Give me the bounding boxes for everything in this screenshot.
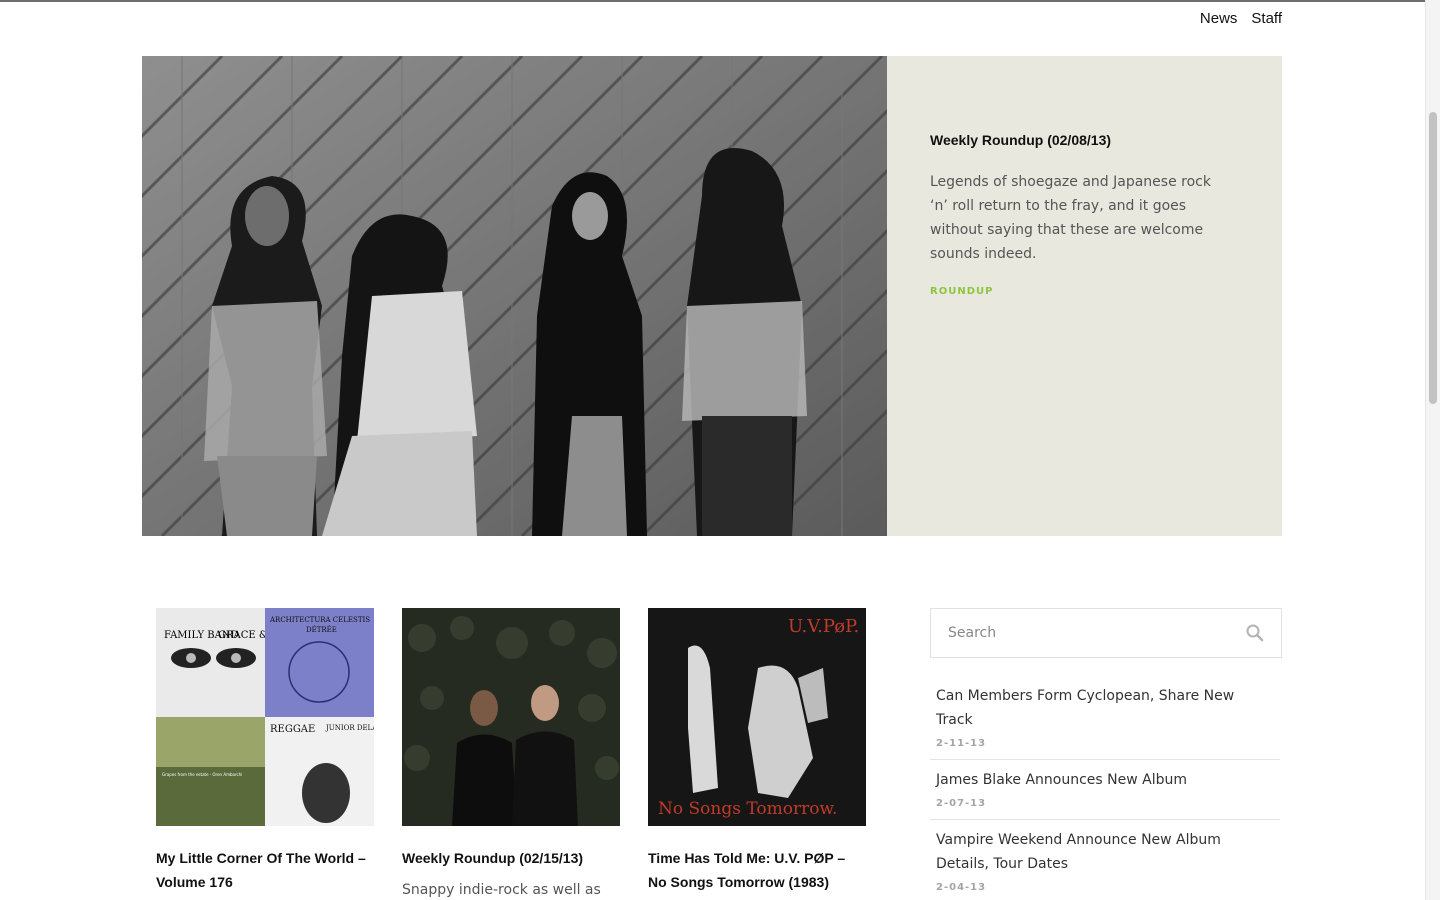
post-card-title[interactable]: Weekly Roundup (02/15/13): [402, 846, 620, 870]
news-list-item: James Blake Announces New Album 2-07-13: [930, 760, 1280, 820]
album-4b-text: JUNIOR DELAHAYE: [325, 724, 374, 732]
sidebar: Can Members Form Cyclopean, Share New Tr…: [930, 608, 1282, 900]
album-cover-image: U.V.PøP. No Songs Tomorrow.: [648, 608, 866, 826]
featured-category-tag[interactable]: ROUNDUP: [930, 286, 1239, 297]
search-input[interactable]: [931, 609, 1231, 657]
post-card: Weekly Roundup (02/15/13) Snappy indie-r…: [402, 608, 620, 900]
news-item-title[interactable]: Vampire Weekend Announce New Album Detai…: [936, 828, 1274, 876]
news-item-date: 2-04-13: [936, 882, 987, 893]
nav-staff-link[interactable]: Staff: [1251, 10, 1282, 27]
news-list-item: Vampire Weekend Announce New Album Detai…: [930, 820, 1280, 900]
featured-title[interactable]: Weekly Roundup (02/08/13): [930, 132, 1239, 148]
duo-photo-image: [402, 608, 620, 826]
post-card-image[interactable]: FAMILY BAND GRACE & LIES ARCHITECTURA CE…: [156, 608, 374, 826]
album-collage-image: FAMILY BAND GRACE & LIES ARCHITECTURA CE…: [156, 608, 374, 826]
post-card-title[interactable]: Time Has Told Me: U.V. PØP – No Songs To…: [648, 846, 866, 894]
featured-band-photo: [142, 56, 887, 536]
album-4-text: REGGAE: [270, 724, 315, 735]
featured-post: Weekly Roundup (02/08/13) Legends of sho…: [142, 56, 1282, 536]
album-3-text: Grapes from the estate · Oren Ambarchi: [162, 772, 242, 777]
search-icon[interactable]: [1245, 623, 1265, 643]
post-card-title[interactable]: My Little Corner Of The World – Volume 1…: [156, 846, 374, 894]
news-item-date: 2-11-13: [936, 738, 987, 749]
page-scrollbar[interactable]: [1425, 0, 1440, 900]
featured-photo[interactable]: [142, 56, 887, 536]
featured-excerpt: Legends of shoegaze and Japanese rock ‘n…: [930, 174, 1211, 262]
news-item-title[interactable]: Can Members Form Cyclopean, Share New Tr…: [936, 684, 1274, 732]
post-card: U.V.PøP. No Songs Tomorrow. Time Has Tol…: [648, 608, 866, 900]
cover-subtitle-text: No Songs Tomorrow.: [658, 799, 837, 819]
post-card-excerpt: Snappy indie-rock as well as: [402, 882, 601, 898]
album-2-text: ARCHITECTURA CELESTIS: [269, 616, 370, 624]
main-nav: News Staff: [1200, 10, 1282, 27]
news-list-item: Can Members Form Cyclopean, Share New Tr…: [930, 684, 1280, 760]
window-top-border: [0, 0, 1440, 2]
recent-posts: FAMILY BAND GRACE & LIES ARCHITECTURA CE…: [156, 608, 866, 900]
news-list: Can Members Form Cyclopean, Share New Tr…: [930, 684, 1282, 900]
post-card: FAMILY BAND GRACE & LIES ARCHITECTURA CE…: [156, 608, 374, 900]
cover-title-text: U.V.PøP.: [788, 616, 859, 637]
post-card-image[interactable]: [402, 608, 620, 826]
album-2b-text: DÉTRÉE: [306, 625, 337, 634]
news-item-date: 2-07-13: [936, 798, 987, 809]
post-card-image[interactable]: U.V.PøP. No Songs Tomorrow.: [648, 608, 866, 826]
scrollbar-thumb[interactable]: [1429, 112, 1437, 404]
news-item-title[interactable]: James Blake Announces New Album: [936, 768, 1274, 792]
nav-news-link[interactable]: News: [1200, 10, 1238, 27]
search-box: [930, 608, 1282, 658]
featured-text-panel: Weekly Roundup (02/08/13) Legends of sho…: [887, 56, 1282, 536]
